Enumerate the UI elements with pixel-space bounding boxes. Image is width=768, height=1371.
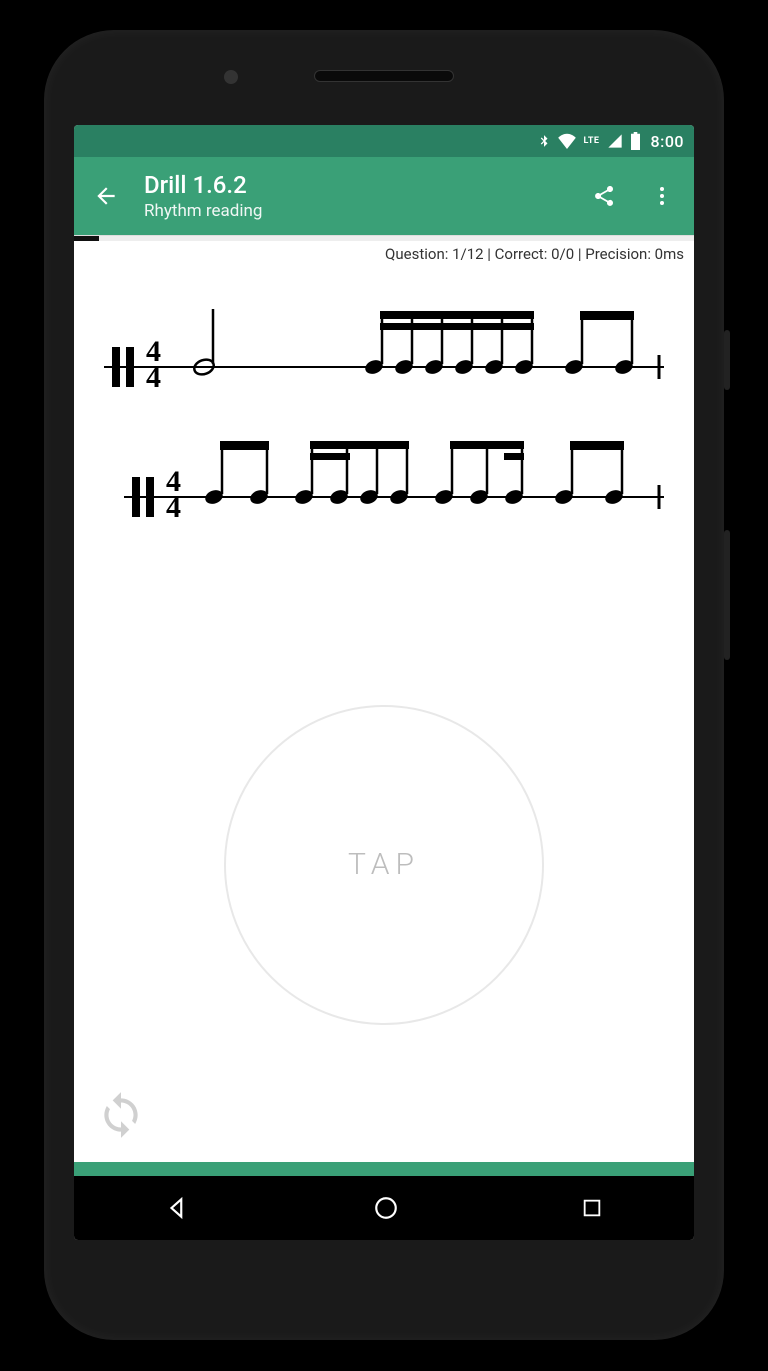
wifi-icon <box>557 133 577 149</box>
tap-label: TAP <box>348 847 420 882</box>
svg-text:4: 4 <box>146 361 161 394</box>
back-button[interactable] <box>86 176 126 216</box>
svg-text:4: 4 <box>166 491 181 524</box>
screen: LTE 8:00 Drill 1.6.2 Rhythm reading <box>74 125 694 1240</box>
more-button[interactable] <box>642 176 682 216</box>
footer-accent <box>74 1162 694 1176</box>
share-button[interactable] <box>584 176 624 216</box>
status-clock: 8:00 <box>651 132 685 151</box>
device-frame: LTE 8:00 Drill 1.6.2 Rhythm reading <box>44 30 724 1340</box>
replay-button[interactable] <box>96 1090 146 1140</box>
app-subtitle: Rhythm reading <box>144 201 566 221</box>
app-title: Drill 1.6.2 <box>144 171 566 199</box>
music-notation: 4 4 <box>74 267 694 567</box>
front-camera <box>224 70 238 84</box>
bluetooth-icon <box>537 132 551 150</box>
speaker-slot <box>314 70 454 82</box>
app-bar: Drill 1.6.2 Rhythm reading <box>74 157 694 235</box>
volume-button <box>724 530 730 660</box>
tap-area: TAP <box>74 567 694 1162</box>
nav-back-icon[interactable] <box>165 1195 191 1221</box>
status-bar: LTE 8:00 <box>74 125 694 157</box>
lte-label: LTE <box>583 136 599 146</box>
tap-button[interactable]: TAP <box>224 705 544 1025</box>
power-button <box>724 330 730 390</box>
stats-text: Question: 1/12 | Correct: 0/0 | Precisio… <box>74 241 694 267</box>
android-nav-bar <box>74 1176 694 1240</box>
signal-icon <box>606 133 624 149</box>
battery-icon <box>630 132 641 150</box>
nav-recent-icon[interactable] <box>581 1197 603 1219</box>
nav-home-icon[interactable] <box>373 1195 399 1221</box>
